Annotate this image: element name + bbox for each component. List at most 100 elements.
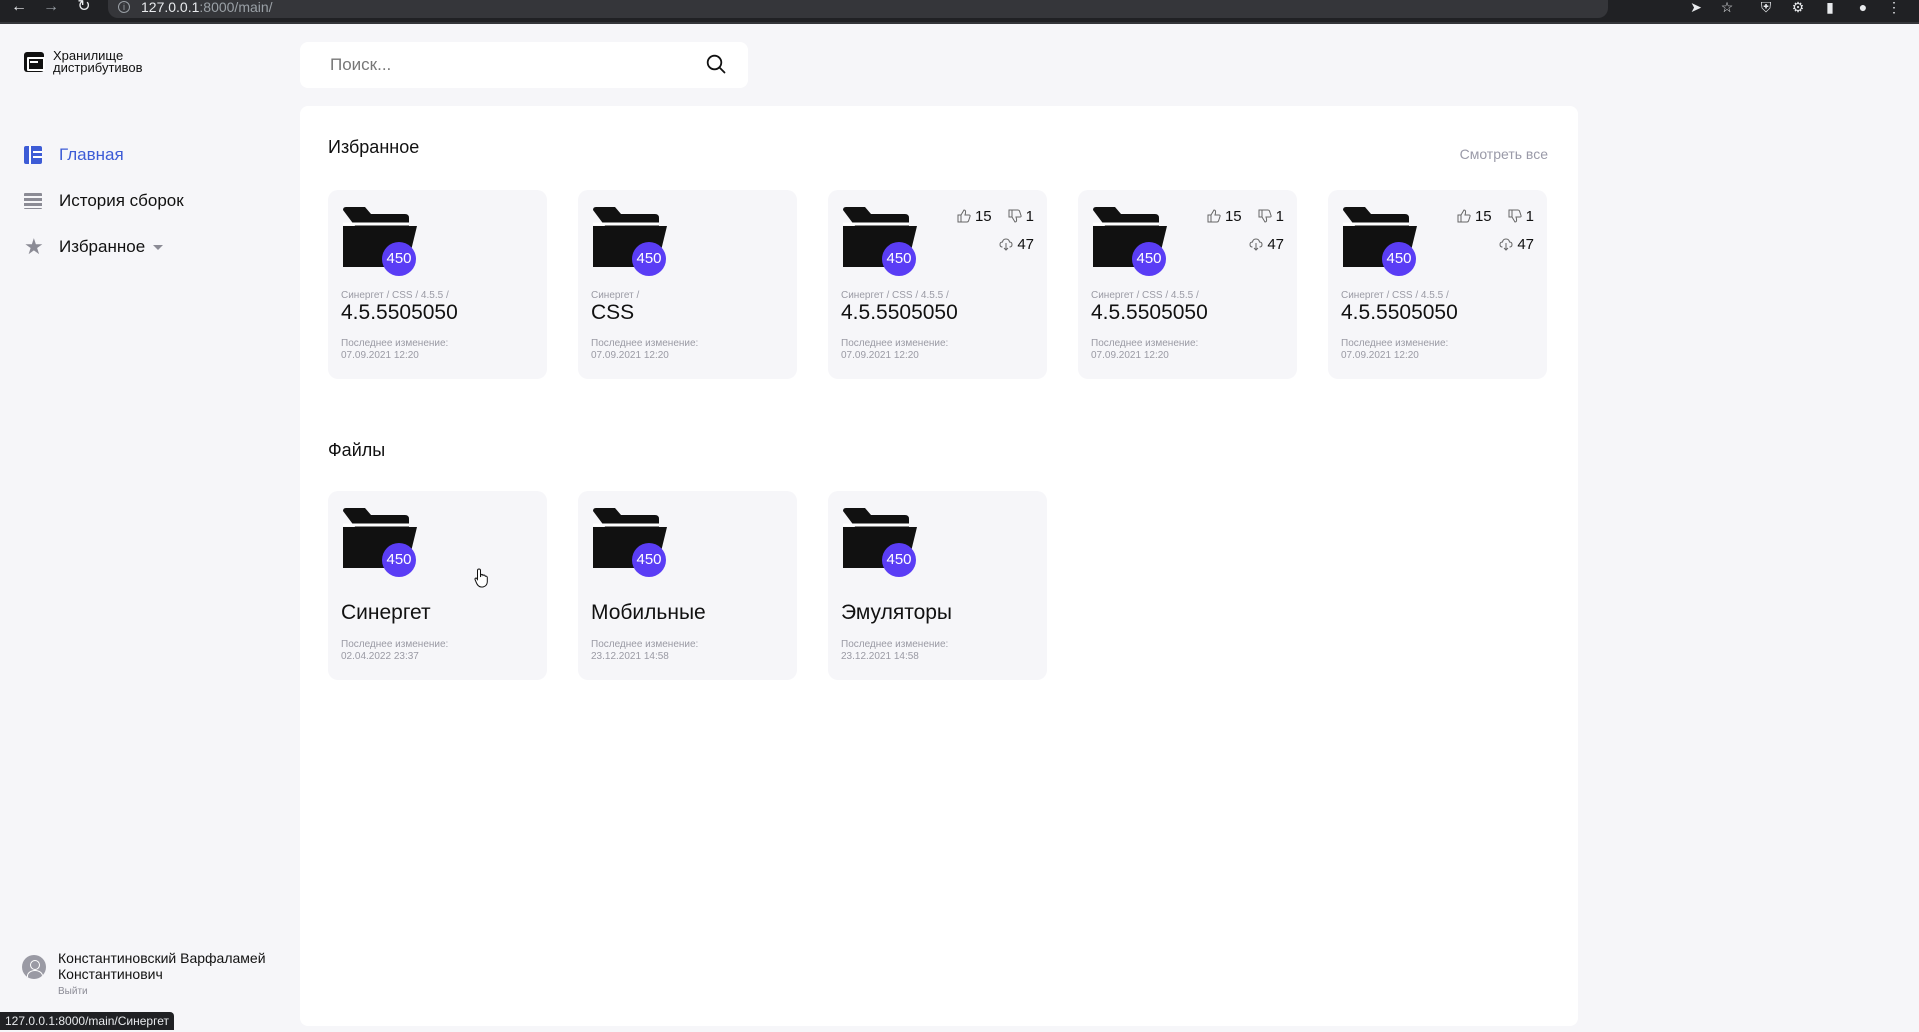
send-icon[interactable]: ➤ bbox=[1688, 0, 1704, 14]
user-name: Константиновский Варфаламей Константинов… bbox=[58, 950, 266, 982]
sidebar-item-label: Главная bbox=[59, 145, 124, 164]
last-modified-label: Последнее изменение: bbox=[591, 338, 699, 349]
folder-card[interactable]: 450 Эмуляторы Последнее изменение: 23.12… bbox=[828, 491, 1047, 680]
star-icon: ★ bbox=[24, 234, 44, 259]
last-modified-label: Последнее изменение: bbox=[841, 338, 949, 349]
avatar[interactable] bbox=[22, 955, 46, 979]
card-stats: 15 1 47 bbox=[957, 206, 1034, 254]
bookmark-star-icon[interactable]: ☆ bbox=[1719, 0, 1735, 14]
app-logo[interactable]: Хранилище дистрибутивов bbox=[24, 48, 163, 75]
last-modified-label: Последнее изменение: bbox=[1091, 338, 1199, 349]
address-url[interactable]: 127.0.0.1:8000/main/ bbox=[141, 0, 273, 14]
archive-icon bbox=[24, 52, 45, 72]
breadcrumb: Синергет / CSS / 4.5.5 / bbox=[841, 290, 949, 301]
folder-card[interactable]: 450 Синергет Последнее изменение: 02.04.… bbox=[328, 491, 547, 680]
browser-toolbar: ← → ↻ i 127.0.0.1:8000/main/ ➤ ☆ ⛨ ⚙ ▮ ●… bbox=[0, 0, 1919, 24]
count-badge: 450 bbox=[882, 242, 916, 276]
breadcrumb: Синергет / CSS / 4.5.5 / bbox=[341, 290, 449, 301]
breadcrumb: Синергет / CSS / 4.5.5 / bbox=[1091, 290, 1199, 301]
reload-icon[interactable]: ↻ bbox=[73, 0, 95, 15]
thumbs-up-icon[interactable] bbox=[957, 209, 971, 223]
search-icon[interactable] bbox=[706, 54, 726, 74]
cloud-download-icon[interactable] bbox=[1249, 237, 1263, 251]
last-modified-label: Последнее изменение: bbox=[591, 639, 699, 650]
card-title: 4.5.5505050 bbox=[1341, 301, 1458, 324]
favorite-card[interactable]: 450 15 1 47 Синергет / CSS / 4.5.5 / 4.5… bbox=[1328, 190, 1547, 379]
count-badge: 450 bbox=[382, 242, 416, 276]
count-badge: 450 bbox=[632, 242, 666, 276]
favorite-card[interactable]: 450 Синергет / CSS Последнее изменение: … bbox=[578, 190, 797, 379]
info-icon[interactable]: i bbox=[118, 1, 130, 13]
favorite-card[interactable]: 450 15 1 47 Синергет / CSS / 4.5.5 / 4.5… bbox=[828, 190, 1047, 379]
search-input[interactable] bbox=[330, 55, 690, 75]
menu-icon[interactable]: ⋮ bbox=[1886, 0, 1902, 14]
chevron-down-icon bbox=[153, 244, 164, 250]
favorite-card[interactable]: 450 15 1 47 Синергет / CSS / 4.5.5 / 4.5… bbox=[1078, 190, 1297, 379]
dashboard-icon bbox=[24, 146, 42, 164]
address-bar[interactable]: i 127.0.0.1:8000/main/ bbox=[108, 0, 1608, 18]
status-bar-url: 127.0.0.1:8000/main/Синергет bbox=[0, 1012, 174, 1030]
app-title: Хранилище дистрибутивов bbox=[53, 48, 143, 75]
likes-count: 15 bbox=[974, 207, 992, 225]
last-modified-date: 07.09.2021 12:20 bbox=[841, 350, 919, 361]
thumbs-up-icon[interactable] bbox=[1457, 209, 1471, 223]
last-modified-label: Последнее изменение: bbox=[841, 639, 949, 650]
breadcrumb: Синергет / bbox=[591, 290, 640, 301]
downloads-count: 47 bbox=[1517, 235, 1534, 253]
card-title: 4.5.5505050 bbox=[341, 301, 458, 324]
cloud-download-icon[interactable] bbox=[999, 237, 1013, 251]
last-modified-date: 07.09.2021 12:20 bbox=[591, 350, 669, 361]
likes-count: 15 bbox=[1474, 207, 1492, 225]
card-stats: 15 1 47 bbox=[1457, 206, 1534, 254]
list-icon bbox=[24, 193, 42, 209]
extensions-icon[interactable]: ⚙ bbox=[1790, 0, 1806, 14]
folder-name: Синергет bbox=[341, 601, 431, 624]
sidebar-item-label: Избранное bbox=[59, 237, 146, 256]
favorites-title: Избранное bbox=[328, 137, 420, 157]
thumbs-down-icon[interactable] bbox=[1258, 209, 1272, 223]
see-all-link[interactable]: Смотреть все bbox=[1460, 146, 1548, 162]
breadcrumb: Синергет / CSS / 4.5.5 / bbox=[1341, 290, 1449, 301]
sidebar-item-label: История сборок bbox=[59, 191, 184, 210]
dislikes-count: 1 bbox=[1275, 207, 1284, 225]
favorite-card[interactable]: 450 Синергет / CSS / 4.5.5 / 4.5.5505050… bbox=[328, 190, 547, 379]
thumbs-up-icon[interactable] bbox=[1207, 209, 1221, 223]
last-modified-date: 07.09.2021 12:20 bbox=[341, 350, 419, 361]
sidebar-item-build-history[interactable]: История сборок bbox=[24, 178, 184, 224]
last-modified-date: 02.04.2022 23:37 bbox=[341, 651, 419, 662]
dislikes-count: 1 bbox=[1525, 207, 1534, 225]
logout-link[interactable]: Выйти bbox=[58, 986, 288, 997]
profile-icon[interactable]: ● bbox=[1855, 0, 1871, 14]
downloads-count: 47 bbox=[1267, 235, 1284, 253]
last-modified-date: 07.09.2021 12:20 bbox=[1341, 350, 1419, 361]
cloud-download-icon[interactable] bbox=[1499, 237, 1513, 251]
sidebar-item-favorites[interactable]: ★ Избранное bbox=[24, 224, 184, 270]
shield-icon[interactable]: ⛨ bbox=[1758, 0, 1774, 14]
count-badge: 450 bbox=[632, 543, 666, 577]
dislikes-count: 1 bbox=[1025, 207, 1034, 225]
folder-name: Мобильные bbox=[591, 601, 706, 624]
card-stats: 15 1 47 bbox=[1207, 206, 1284, 254]
user-profile: Константиновский Варфаламей Константинов… bbox=[22, 950, 288, 997]
sidepanel-icon[interactable]: ▮ bbox=[1822, 0, 1838, 14]
back-icon[interactable]: ← bbox=[8, 0, 30, 15]
count-badge: 450 bbox=[1132, 242, 1166, 276]
card-title: 4.5.5505050 bbox=[1091, 301, 1208, 324]
thumbs-down-icon[interactable] bbox=[1508, 209, 1522, 223]
last-modified-label: Последнее изменение: bbox=[1341, 338, 1449, 349]
last-modified-label: Последнее изменение: bbox=[341, 639, 449, 650]
folder-name: Эмуляторы bbox=[841, 601, 953, 624]
count-badge: 450 bbox=[382, 543, 416, 577]
sidebar-nav: Главная История сборок ★ Избранное bbox=[24, 132, 184, 270]
hand-cursor-icon bbox=[474, 568, 488, 588]
last-modified-date: 07.09.2021 12:20 bbox=[1091, 350, 1169, 361]
card-title: CSS bbox=[591, 301, 635, 324]
card-title: 4.5.5505050 bbox=[841, 301, 958, 324]
folder-card[interactable]: 450 Мобильные Последнее изменение: 23.12… bbox=[578, 491, 797, 680]
sidebar-item-home[interactable]: Главная bbox=[24, 132, 184, 178]
last-modified-date: 23.12.2021 14:58 bbox=[591, 651, 669, 662]
thumbs-down-icon[interactable] bbox=[1008, 209, 1022, 223]
likes-count: 15 bbox=[1224, 207, 1242, 225]
forward-icon[interactable]: → bbox=[40, 0, 62, 15]
last-modified-date: 23.12.2021 14:58 bbox=[841, 651, 919, 662]
